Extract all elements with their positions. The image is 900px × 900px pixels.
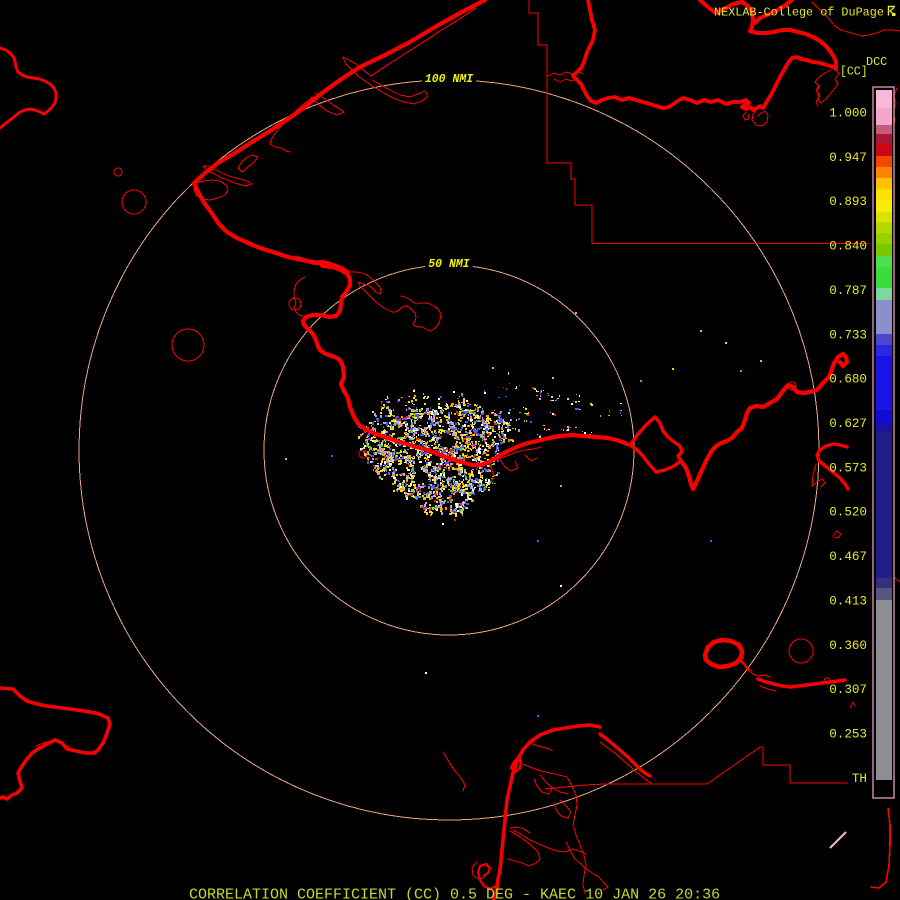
svg-text:0.467: 0.467 <box>829 550 867 564</box>
svg-text:0.840: 0.840 <box>829 240 867 254</box>
svg-text:NEXLAB-College of DuPage: NEXLAB-College of DuPage <box>714 6 884 20</box>
svg-text:0.680: 0.680 <box>829 373 867 387</box>
svg-text:0.893: 0.893 <box>829 195 867 209</box>
svg-text:0.573: 0.573 <box>829 461 867 475</box>
svg-text:[CC]: [CC] <box>840 66 868 79</box>
svg-text:0.947: 0.947 <box>829 151 867 165</box>
svg-text:0.253: 0.253 <box>829 728 867 742</box>
svg-text:0.360: 0.360 <box>829 639 867 653</box>
svg-text:0.733: 0.733 <box>829 328 867 342</box>
svg-text:TH: TH <box>852 772 867 786</box>
svg-text:CORRELATION COEFFICIENT (CC) 0: CORRELATION COEFFICIENT (CC) 0.5 DEG - K… <box>189 887 720 900</box>
svg-text:100 NMI: 100 NMI <box>425 73 473 86</box>
svg-text:0.787: 0.787 <box>829 284 867 298</box>
svg-text:0.413: 0.413 <box>829 594 867 608</box>
svg-text:0.627: 0.627 <box>829 417 867 431</box>
svg-text:DCC: DCC <box>866 55 887 69</box>
svg-text:50 NMI: 50 NMI <box>428 258 470 271</box>
svg-text:1.000: 1.000 <box>829 107 867 121</box>
svg-text:0.307: 0.307 <box>829 683 867 697</box>
svg-text:0.520: 0.520 <box>829 506 867 520</box>
